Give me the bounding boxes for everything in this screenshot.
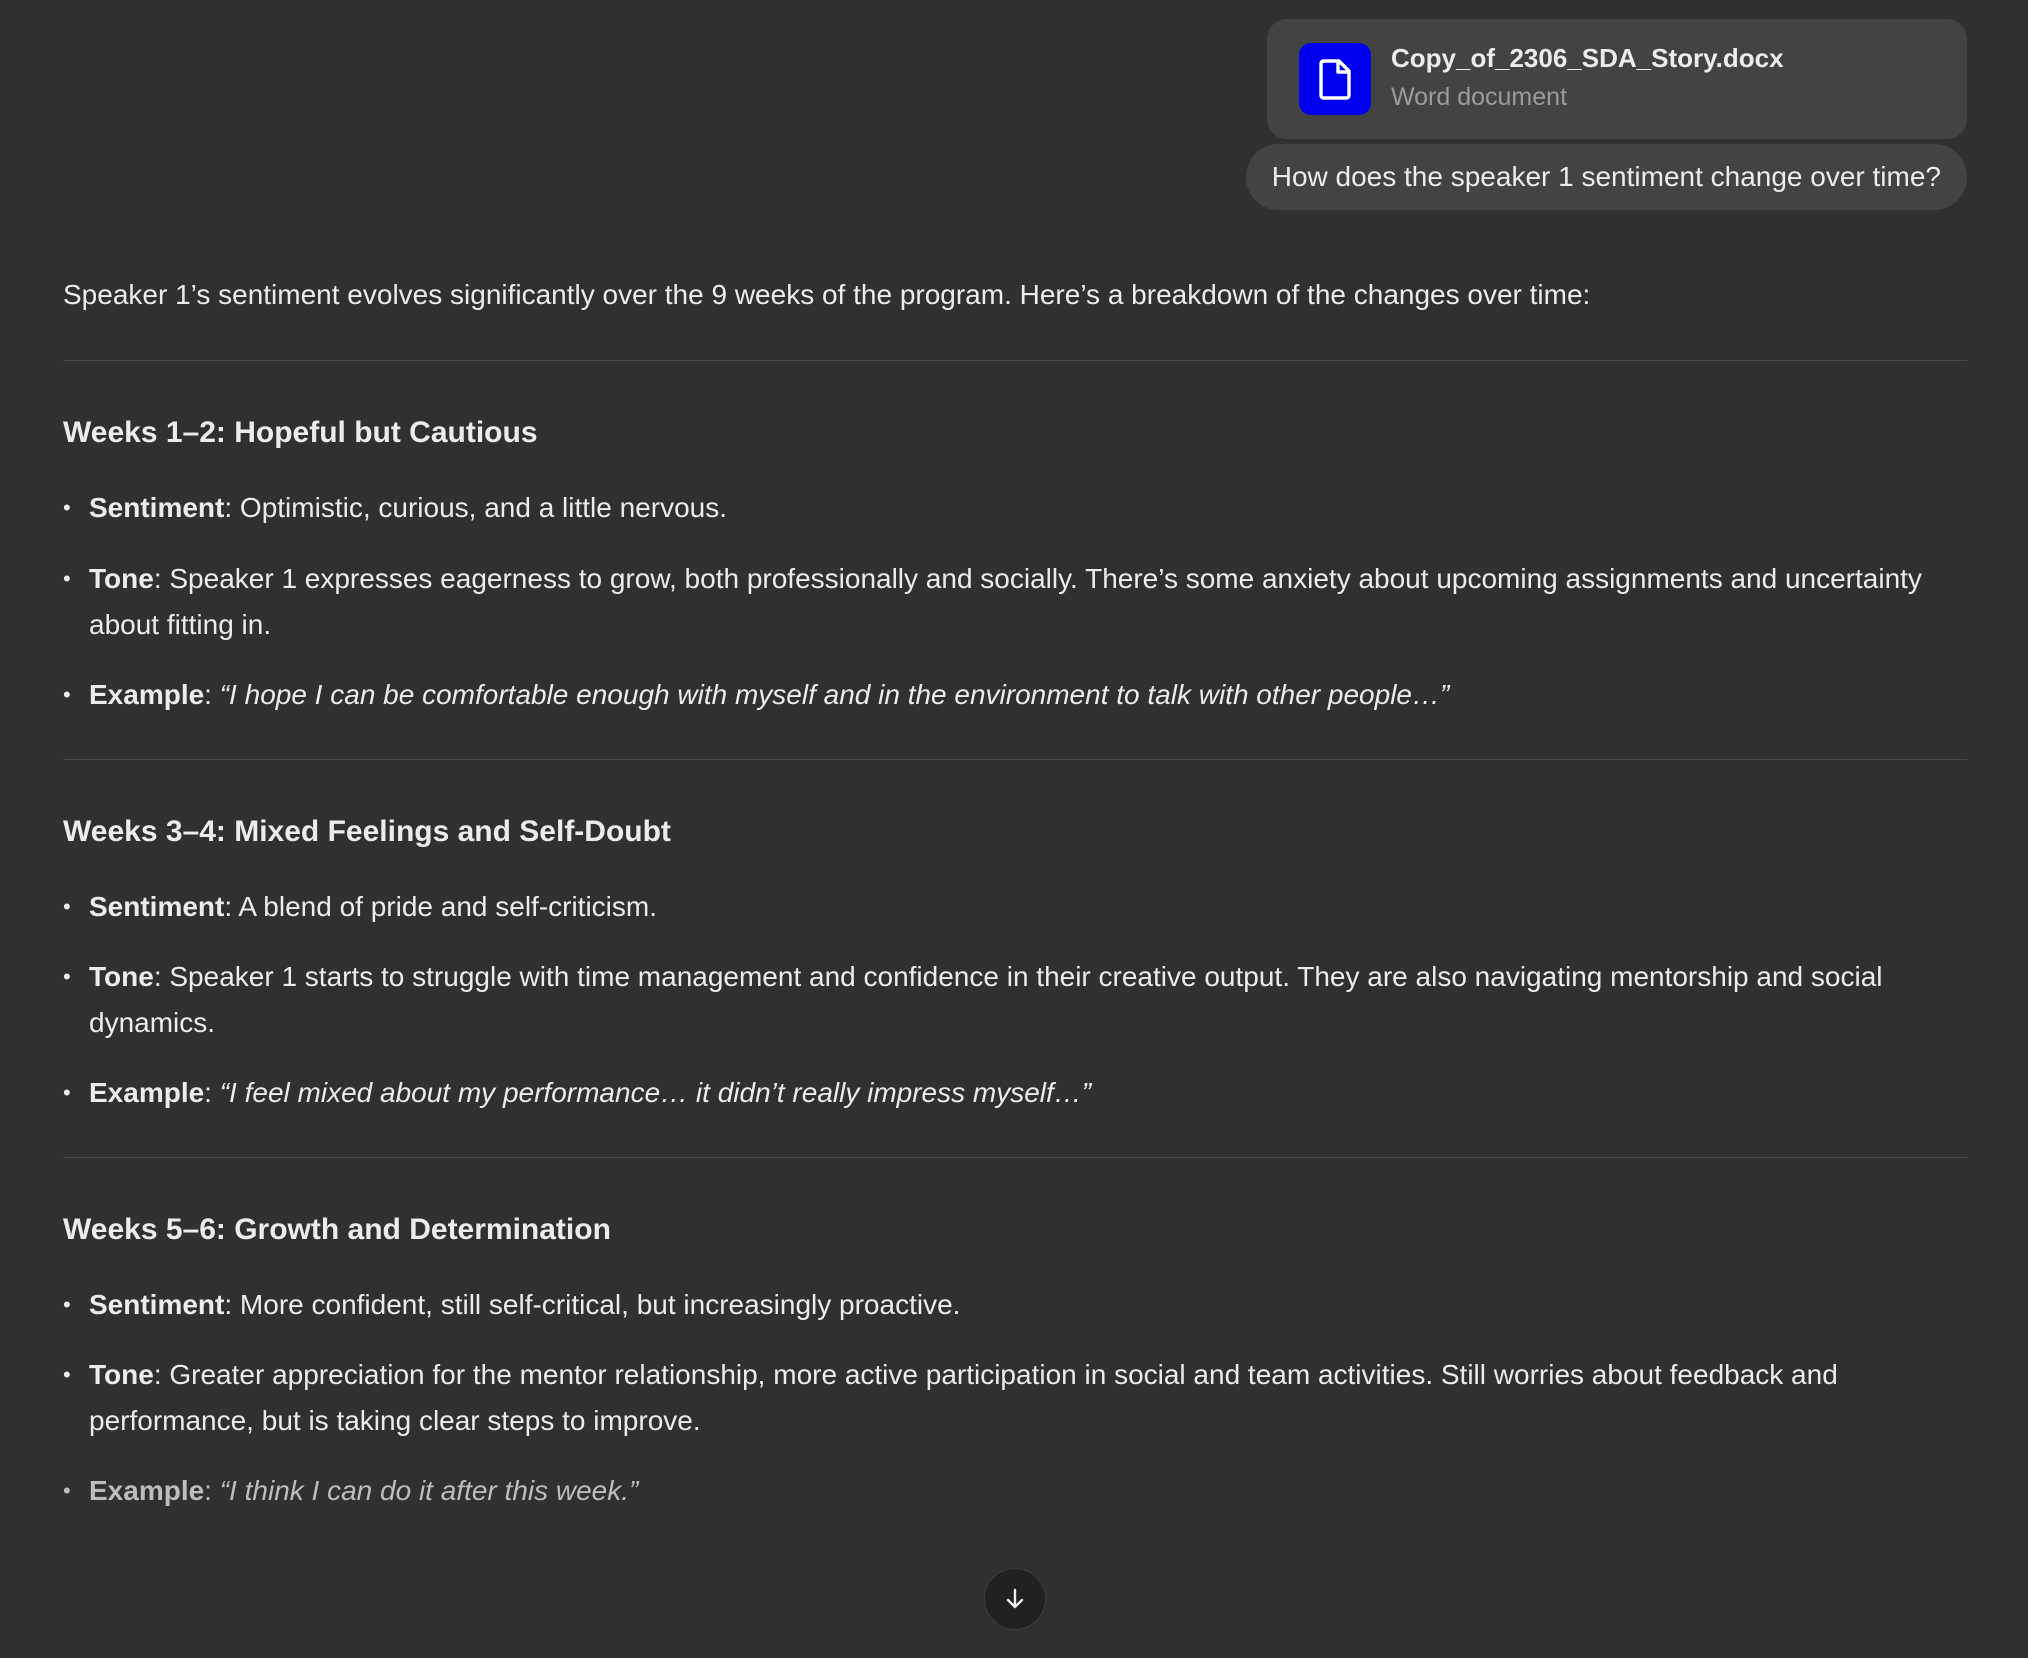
user-message-bubble: How does the speaker 1 sentiment change … — [1245, 144, 1967, 210]
bullet: • — [63, 1080, 71, 1105]
arrow-down-icon — [1006, 1588, 1024, 1609]
tone-text: : Greater appreciation for the mentor re… — [89, 1359, 1838, 1436]
section-heading: Weeks 3–4: Mixed Feelings and Self-Doubt — [63, 815, 671, 848]
section-points: • Sentiment: More confident, still self-… — [63, 1282, 1967, 1514]
example-separator: : — [204, 679, 220, 710]
section-divider — [63, 360, 1967, 361]
sentiment-label: Sentiment — [89, 1289, 225, 1320]
list-item-example: • Example: “I think I can do it after th… — [63, 1468, 1967, 1514]
list-item-sentiment: • Sentiment: A blend of pride and self-c… — [63, 884, 1967, 930]
section-weeks-1-2: Weeks 1–2: Hopeful but Cautious • Sentim… — [63, 410, 1967, 718]
list-item-sentiment: • Sentiment: More confident, still self-… — [63, 1282, 1967, 1328]
example-quote: “I hope I can be comfortable enough with… — [219, 679, 1450, 710]
list-item-example: • Example: “I hope I can be comfortable … — [63, 672, 1967, 718]
bullet: • — [63, 1362, 71, 1387]
sentiment-text: : More confident, still self-critical, b… — [224, 1289, 961, 1320]
list-item-tone: • Tone: Speaker 1 starts to struggle wit… — [63, 954, 1967, 1046]
section-weeks-3-4: Weeks 3–4: Mixed Feelings and Self-Doubt… — [63, 809, 1967, 1116]
example-label: Example — [89, 1475, 205, 1506]
user-message-text: How does the speaker 1 sentiment change … — [1271, 161, 1941, 192]
sentiment-text: : Optimistic, curious, and a little nerv… — [224, 492, 728, 523]
section-points: • Sentiment: A blend of pride and self-c… — [63, 884, 1967, 1116]
tone-label: Tone — [89, 563, 154, 594]
bullet: • — [63, 1292, 71, 1317]
bullet: • — [63, 682, 71, 707]
tone-label: Tone — [89, 1359, 154, 1390]
section-points: • Sentiment: Optimistic, curious, and a … — [63, 485, 1967, 718]
tone-label: Tone — [89, 961, 154, 992]
list-item-sentiment: • Sentiment: Optimistic, curious, and a … — [63, 485, 1967, 531]
bullet: • — [63, 566, 71, 591]
section-divider — [63, 1157, 1967, 1158]
tone-text: : Speaker 1 starts to struggle with time… — [89, 961, 1883, 1038]
example-quote: “I feel mixed about my performance… it d… — [219, 1077, 1092, 1108]
section-divider — [63, 759, 1967, 760]
list-item-tone: • Tone: Greater appreciation for the men… — [63, 1352, 1967, 1444]
bullet: • — [63, 1478, 71, 1503]
sentiment-label: Sentiment — [89, 891, 225, 922]
bullet: • — [63, 495, 71, 520]
bullet: • — [63, 894, 71, 919]
section-heading: Weeks 1–2: Hopeful but Cautious — [63, 416, 538, 449]
example-separator: : — [204, 1475, 220, 1506]
section-weeks-5-6: Weeks 5–6: Growth and Determination • Se… — [63, 1207, 1967, 1514]
assistant-response: Speaker 1’s sentiment evolves significan… — [63, 272, 1967, 1514]
bullet: • — [63, 964, 71, 989]
example-quote: “I think I can do it after this week.” — [219, 1475, 639, 1506]
sentiment-text: : A blend of pride and self-criticism. — [224, 891, 658, 922]
scroll-to-bottom-button[interactable] — [984, 1568, 1046, 1630]
document-icon — [1299, 43, 1371, 115]
example-label: Example — [89, 679, 205, 710]
section-heading: Weeks 5–6: Growth and Determination — [63, 1213, 611, 1246]
attachment-card[interactable]: Copy_of_2306_SDA_Story.docx Word documen… — [1267, 19, 1967, 139]
list-item-example: • Example: “I feel mixed about my perfor… — [63, 1070, 1967, 1116]
tone-text: : Speaker 1 expresses eagerness to grow,… — [89, 563, 1922, 640]
list-item-tone: • Tone: Speaker 1 expresses eagerness to… — [63, 556, 1967, 648]
example-separator: : — [204, 1077, 220, 1108]
example-label: Example — [89, 1077, 205, 1108]
response-intro: Speaker 1’s sentiment evolves significan… — [63, 279, 1591, 310]
sentiment-label: Sentiment — [89, 492, 225, 523]
attachment-file-name: Copy_of_2306_SDA_Story.docx — [1391, 43, 1784, 73]
attachment-file-type: Word document — [1391, 83, 1568, 111]
